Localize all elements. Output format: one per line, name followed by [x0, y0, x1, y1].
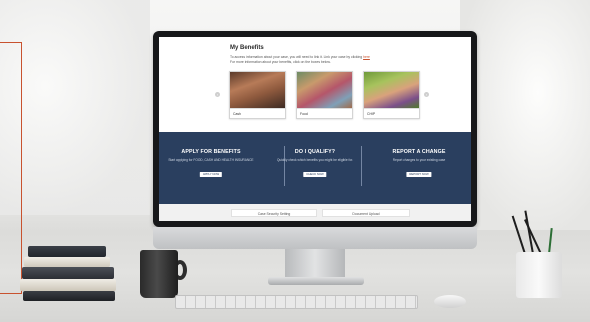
report-text: Report changes to your existing case [392, 158, 446, 162]
monitor-chin [153, 227, 477, 249]
action-band: APPLY FOR BENEFITS Start applying for FO… [159, 132, 471, 204]
check-now-button[interactable]: CHECK NOW [303, 172, 327, 177]
bottom-bar: Case Security Setting Document Upload [159, 204, 471, 221]
cash-photo [230, 72, 285, 109]
carousel-next-icon[interactable]: › [424, 92, 429, 97]
apply-text: Start applying for FOOD, CASH AND HEALTH… [168, 158, 254, 162]
document-upload-button[interactable]: Document Upload [322, 209, 410, 217]
pencil [548, 228, 553, 255]
chip-photo [364, 72, 419, 109]
accent-frame [0, 42, 22, 294]
qualify-heading: DO I QUALIFY? [294, 149, 336, 155]
pencil-cup [516, 252, 562, 298]
apply-column: APPLY FOR BENEFITS Start applying for FO… [159, 132, 263, 204]
qualify-text: Quickly check which benefits you might b… [276, 158, 353, 162]
background-left [0, 0, 150, 215]
carousel-prev-icon[interactable]: ‹ [215, 92, 220, 97]
card-label: Food [300, 112, 308, 116]
report-column: REPORT A CHANGE Report changes to your e… [367, 132, 471, 204]
benefit-card-chip[interactable]: CHIP [363, 71, 420, 119]
report-heading: REPORT A CHANGE [392, 149, 446, 155]
band-divider [361, 146, 362, 186]
case-security-button[interactable]: Case Security Setting [231, 209, 317, 217]
benefit-card-cash[interactable]: Cash [229, 71, 286, 119]
benefits-intro: To access information about your case, y… [230, 55, 370, 59]
card-label: Cash [233, 112, 241, 116]
keyboard [175, 295, 418, 309]
book-stack [20, 244, 118, 302]
benefit-card-food[interactable]: Food [296, 71, 353, 119]
monitor-stand [285, 249, 345, 279]
coffee-mug [140, 250, 188, 300]
background-right [460, 0, 590, 230]
benefits-intro-2: For more information about your benefits… [230, 60, 331, 64]
apply-heading: APPLY FOR BENEFITS [181, 149, 241, 155]
card-label: CHIP [367, 112, 376, 116]
benefits-intro-text: To access information about your case, y… [230, 55, 363, 59]
apply-now-button[interactable]: APPLY NOW [199, 172, 223, 177]
mouse [434, 295, 466, 308]
food-photo [297, 72, 352, 109]
screen: My Benefits To access information about … [159, 37, 471, 221]
monitor-stand-base [268, 277, 364, 285]
link-case-link[interactable]: here [363, 55, 370, 59]
benefits-title: My Benefits [230, 45, 264, 51]
monitor: My Benefits To access information about … [153, 31, 477, 227]
qualify-column: DO I QUALIFY? Quickly check which benefi… [263, 132, 367, 204]
report-now-button[interactable]: REPORT NOW [406, 172, 432, 177]
